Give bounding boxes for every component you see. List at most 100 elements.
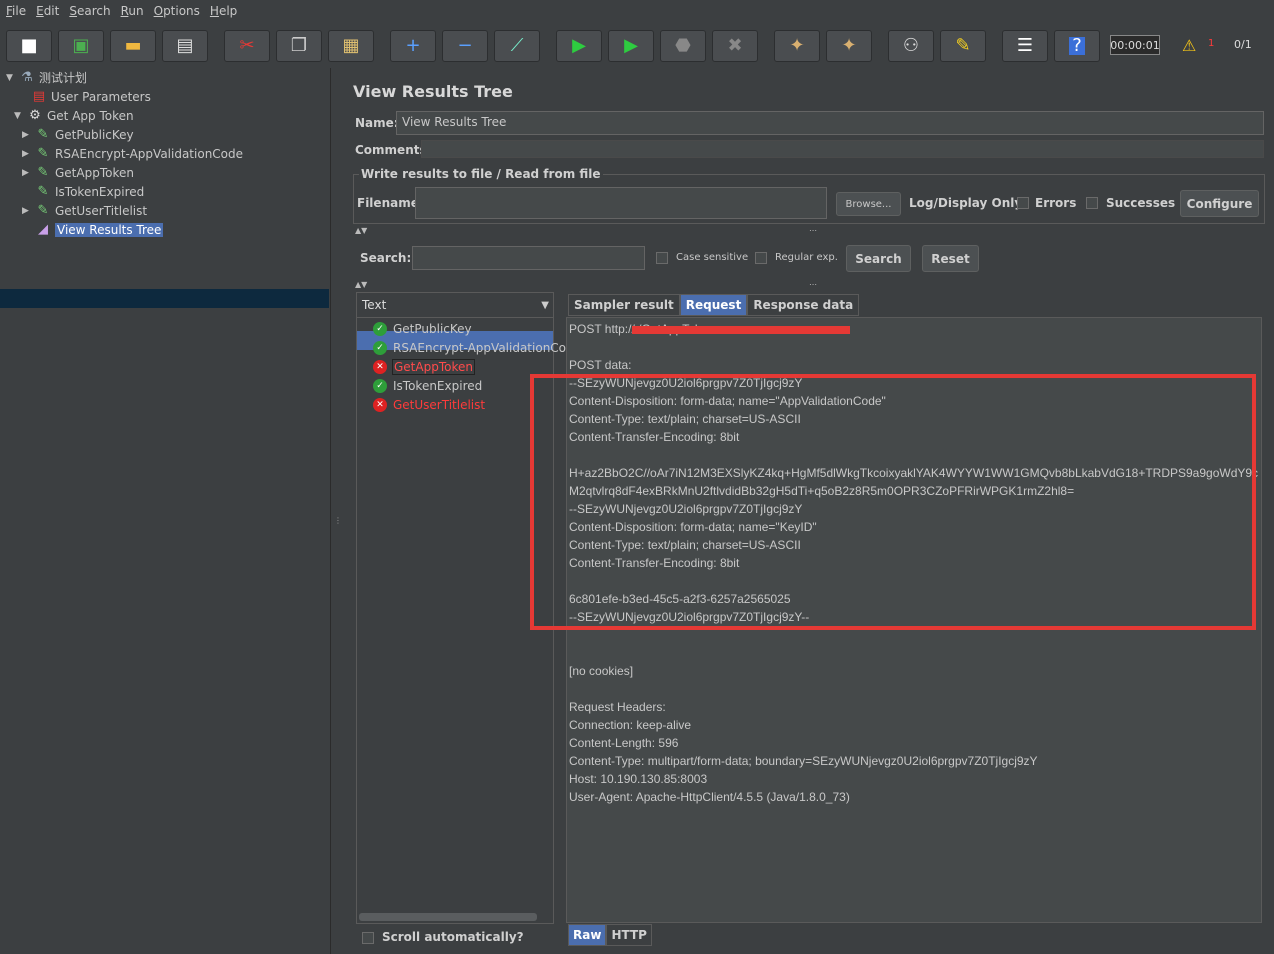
view-mode-tabs: Raw HTTP (568, 924, 652, 946)
write-results-label: Write results to file / Read from file (359, 167, 603, 181)
fail-shield-icon: ✕ (373, 397, 387, 412)
tab-http[interactable]: HTTP (606, 924, 652, 946)
collapse-arrows-icon[interactable]: ▲▼ (355, 280, 367, 289)
configure-button[interactable]: Configure (1180, 190, 1259, 217)
expand-toggle-icon[interactable]: ▶ (22, 130, 34, 140)
result-item-rsa-encrypt[interactable]: ✓ RSAEncrypt-AppValidationCo (373, 338, 566, 357)
reset-button[interactable]: Reset (922, 245, 979, 272)
successes-checkbox[interactable] (1086, 197, 1098, 209)
comments-field[interactable] (421, 140, 1264, 158)
tab-request[interactable]: Request (679, 294, 748, 316)
expand-toggle-icon[interactable]: ▼ (6, 73, 18, 83)
search-button[interactable]: Search (846, 245, 911, 272)
search-input[interactable] (412, 246, 645, 270)
toggle-button[interactable]: ⟋ (494, 30, 540, 62)
tree-item-get-app-token-sampler[interactable]: ▶ ✎ GetAppToken (22, 163, 134, 182)
expand-toggle-icon[interactable]: ▶ (22, 149, 34, 159)
tree-item-is-token-expired[interactable]: ✎ IsTokenExpired (22, 182, 145, 201)
search-toolbar-button[interactable]: ⚇ (888, 30, 934, 62)
scroll-auto-checkbox[interactable] (362, 932, 374, 944)
panel-title: View Results Tree (353, 82, 513, 101)
shutdown-button[interactable]: ✖ (712, 30, 758, 62)
view-results-tree-panel: View Results Tree Name: View Results Tre… (341, 68, 1274, 954)
menu-bar: File Edit Search Run Options Help (0, 0, 1274, 22)
result-item-get-public-key[interactable]: ✓ GetPublicKey (373, 319, 472, 338)
comments-label: Comments: (355, 143, 432, 157)
fail-shield-icon: ✕ (373, 359, 387, 374)
menu-search[interactable]: Search (69, 4, 110, 18)
cut-button[interactable]: ✂ (224, 30, 270, 62)
copy-icon: ❐ (290, 35, 308, 56)
tab-response-data[interactable]: Response data (747, 294, 860, 316)
menu-help[interactable]: Help (210, 4, 237, 18)
expand-toggle-icon[interactable]: ▶ (22, 206, 34, 216)
warning-icon[interactable]: ⚠ (1182, 36, 1196, 55)
tree-selection-highlight (0, 289, 329, 308)
errors-checkbox[interactable] (1017, 197, 1029, 209)
result-item-is-token-expired[interactable]: ✓ IsTokenExpired (373, 376, 482, 395)
tree-item-view-results-tree[interactable]: ◢ View Results Tree (22, 220, 164, 239)
copy-button[interactable]: ❐ (276, 30, 322, 62)
new-button[interactable]: ■ (6, 30, 52, 62)
pipette-icon: ✎ (37, 184, 49, 199)
expand-toggle-icon[interactable]: ▼ (14, 111, 26, 121)
help-button[interactable]: ? (1054, 30, 1100, 62)
regular-exp-checkbox[interactable] (755, 252, 767, 264)
open-button[interactable]: ▬ (110, 30, 156, 62)
function-helper-button[interactable]: ☰ (1002, 30, 1048, 62)
clear-button[interactable]: ✦ (774, 30, 820, 62)
pipette-icon: ✎ (37, 203, 49, 218)
paste-button[interactable]: ▦ (328, 30, 374, 62)
stop-button[interactable]: ⬣ (660, 30, 706, 62)
expand-button[interactable]: + (390, 30, 436, 62)
start-no-pauses-button[interactable]: ▶ (608, 30, 654, 62)
play-no-pause-icon: ▶ (624, 35, 638, 56)
elapsed-timer: 00:00:01 (1110, 35, 1160, 55)
split-divider[interactable]: ⋮ (331, 68, 342, 954)
result-label: GetAppToken (392, 358, 475, 375)
tree-item-label: User Parameters (51, 89, 151, 104)
shutdown-icon: ✖ (727, 35, 743, 56)
renderer-select[interactable]: Text (362, 298, 386, 312)
tree-item-test-plan[interactable]: ▼ ⚗ 测试计划 (6, 68, 87, 87)
clear-icon: ✦ (789, 35, 805, 56)
expand-toggle-icon[interactable]: ▶ (22, 168, 34, 178)
chart-icon: ◢ (38, 222, 48, 237)
tab-raw[interactable]: Raw (568, 924, 607, 946)
start-button[interactable]: ▶ (556, 30, 602, 62)
name-field[interactable]: View Results Tree (396, 111, 1264, 135)
tree-item-get-app-token[interactable]: ▼ ⚙ Get App Token (14, 106, 134, 125)
filename-input[interactable] (415, 187, 827, 219)
menu-options[interactable]: Options (154, 4, 200, 18)
grip-dots-icon: ⋯ (809, 226, 817, 235)
result-label: GetPublicKey (393, 321, 472, 336)
menu-edit[interactable]: Edit (36, 4, 59, 18)
result-item-get-app-token[interactable]: ✕ GetAppToken (373, 357, 475, 376)
collapse-button[interactable]: − (442, 30, 488, 62)
tree-item-get-user-titlelist[interactable]: ▶ ✎ GetUserTitlelist (22, 201, 147, 220)
menu-file[interactable]: File (6, 4, 26, 18)
result-item-get-user-titlelist[interactable]: ✕ GetUserTitlelist (373, 395, 485, 414)
clear-all-button[interactable]: ✦ (826, 30, 872, 62)
request-line: Content-Length: 596 (569, 736, 679, 750)
case-sensitive-checkbox[interactable] (656, 252, 668, 264)
save-button[interactable]: ▤ (162, 30, 208, 62)
tree-item-user-parameters[interactable]: ▤ User Parameters (18, 87, 151, 106)
tree-item-label: GetUserTitlelist (55, 203, 148, 218)
paste-icon: ▦ (342, 35, 360, 56)
horizontal-scrollbar[interactable] (359, 913, 537, 921)
success-shield-icon: ✓ (373, 321, 387, 336)
menu-run[interactable]: Run (121, 4, 144, 18)
tab-sampler-result[interactable]: Sampler result (568, 294, 680, 316)
warning-count: 1 (1208, 38, 1215, 49)
reset-search-button[interactable]: ✎ (940, 30, 986, 62)
request-line: [no cookies] (569, 664, 634, 678)
chevron-down-icon[interactable]: ▼ (541, 300, 549, 311)
tree-item-get-public-key[interactable]: ▶ ✎ GetPublicKey (22, 125, 134, 144)
templates-button[interactable]: ▣ (58, 30, 104, 62)
toggle-icon: ⟋ (510, 35, 524, 56)
browse-button[interactable]: Browse... (836, 192, 901, 216)
collapse-arrows-icon[interactable]: ▲▼ (355, 226, 367, 235)
request-line: Content-Type: multipart/form-data; bound… (569, 754, 1038, 768)
tree-item-rsa-encrypt[interactable]: ▶ ✎ RSAEncrypt-AppValidationCode (22, 144, 243, 163)
